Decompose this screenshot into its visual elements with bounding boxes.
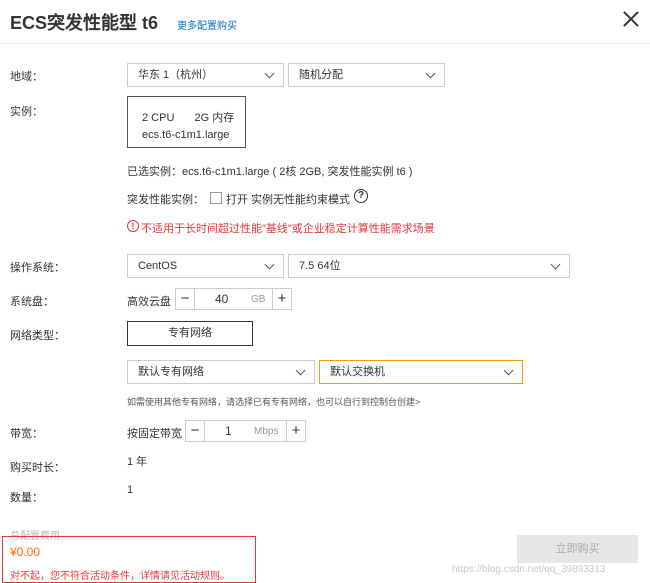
more-config-link[interactable]: 更多配置购买 (177, 17, 237, 32)
chevron-down-icon (550, 259, 561, 270)
warning-text: 不适用于长时间超过性能"基线"或企业稳定计算性能需求场景 (141, 223, 435, 235)
chevron-down-icon (425, 68, 436, 79)
dialog-header: ECS突发性能型 t6 更多配置购买 (0, 0, 650, 44)
help-icon[interactable]: ? (354, 189, 368, 203)
bandwidth-label: 带宽： (10, 428, 43, 440)
duration-label: 购买时长： (10, 462, 65, 474)
bandwidth-unit: Mbps (254, 426, 279, 437)
bandwidth-value: 1 (225, 424, 232, 438)
quantity-label: 数量： (10, 492, 43, 504)
os-label: 操作系统： (10, 262, 65, 274)
vpc-select-value: 默认专有网络 (138, 366, 204, 378)
instance-card[interactable]: 2 CPU 2G 内存 ecs.t6-c1m1.large (127, 96, 246, 148)
disk-increase-button[interactable]: + (272, 288, 292, 310)
bandwidth-input[interactable]: 1 Mbps (205, 420, 286, 442)
os-select[interactable]: CentOS (127, 254, 284, 278)
chevron-down-icon (264, 259, 275, 270)
bandwidth-mode: 按固定带宽 (127, 428, 182, 440)
zone-select-value: 随机分配 (299, 69, 343, 81)
unlimited-mode-checkbox[interactable] (210, 192, 222, 204)
disk-label: 系统盘： (10, 296, 54, 308)
chevron-down-icon (264, 68, 275, 79)
vswitch-select-value: 默认交换机 (330, 366, 385, 378)
bandwidth-increase-button[interactable]: + (286, 420, 306, 442)
instance-cpu: 2 CPU (142, 112, 175, 124)
watermark: https://blog.csdn.net/qq_39893313 (452, 564, 606, 575)
os-version-value: 7.5 64位 (299, 260, 341, 272)
instance-type: ecs.t6-c1m1.large (142, 129, 230, 141)
chevron-down-icon (295, 365, 306, 376)
close-icon[interactable] (620, 8, 642, 30)
region-label: 地域： (10, 71, 43, 83)
region-select-value: 华东 1（杭州） (138, 69, 214, 81)
duration-value: 1 年 (127, 456, 148, 468)
os-version-select[interactable]: 7.5 64位 (288, 254, 570, 278)
warning-icon: ! (127, 220, 139, 232)
cost-message: 对不起，您不符合活动条件，详情请见活动规则。 (10, 571, 230, 582)
disk-size-value: 40 (215, 292, 229, 306)
buy-now-button[interactable]: 立即购买 (517, 535, 638, 563)
zone-select[interactable]: 随机分配 (288, 63, 445, 87)
os-select-value: CentOS (138, 260, 178, 272)
vswitch-select[interactable]: 默认交换机 (319, 360, 523, 384)
vpc-network-button[interactable]: 专有网络 (127, 321, 253, 346)
disk-size-input[interactable]: 40 GB (195, 288, 272, 310)
disk-type: 高效云盘 (127, 296, 171, 308)
region-select[interactable]: 华东 1（杭州） (127, 63, 284, 87)
quantity-value: 1 (127, 484, 134, 496)
total-price: ¥0.00 (10, 545, 41, 559)
disk-decrease-button[interactable]: − (175, 288, 195, 310)
vpc-select[interactable]: 默认专有网络 (127, 360, 315, 384)
network-hint: 如需使用其他专有网络，请选择已有专有网络，也可以自行到控制台创建> (127, 397, 421, 407)
instance-memory: 2G 内存 (194, 112, 235, 124)
network-label: 网络类型： (10, 330, 65, 342)
bandwidth-decrease-button[interactable]: − (185, 420, 205, 442)
chevron-down-icon (503, 365, 514, 376)
instance-label: 实例： (10, 106, 43, 118)
unlimited-mode-label: 打开 实例无性能约束模式 (226, 194, 351, 206)
cost-box: ¥0.00 对不起，您不符合活动条件，详情请见活动规则。 (2, 536, 256, 583)
burst-label: 突发性能实例： (127, 194, 204, 206)
instance-spec: 2 CPU 2G 内存 (142, 109, 234, 125)
dialog-title: ECS突发性能型 t6 (10, 13, 159, 33)
selected-instance-text: 已选实例：ecs.t6-c1m1.large ( 2核 2GB, 突发性能实例 … (127, 166, 413, 178)
disk-unit: GB (251, 294, 266, 305)
